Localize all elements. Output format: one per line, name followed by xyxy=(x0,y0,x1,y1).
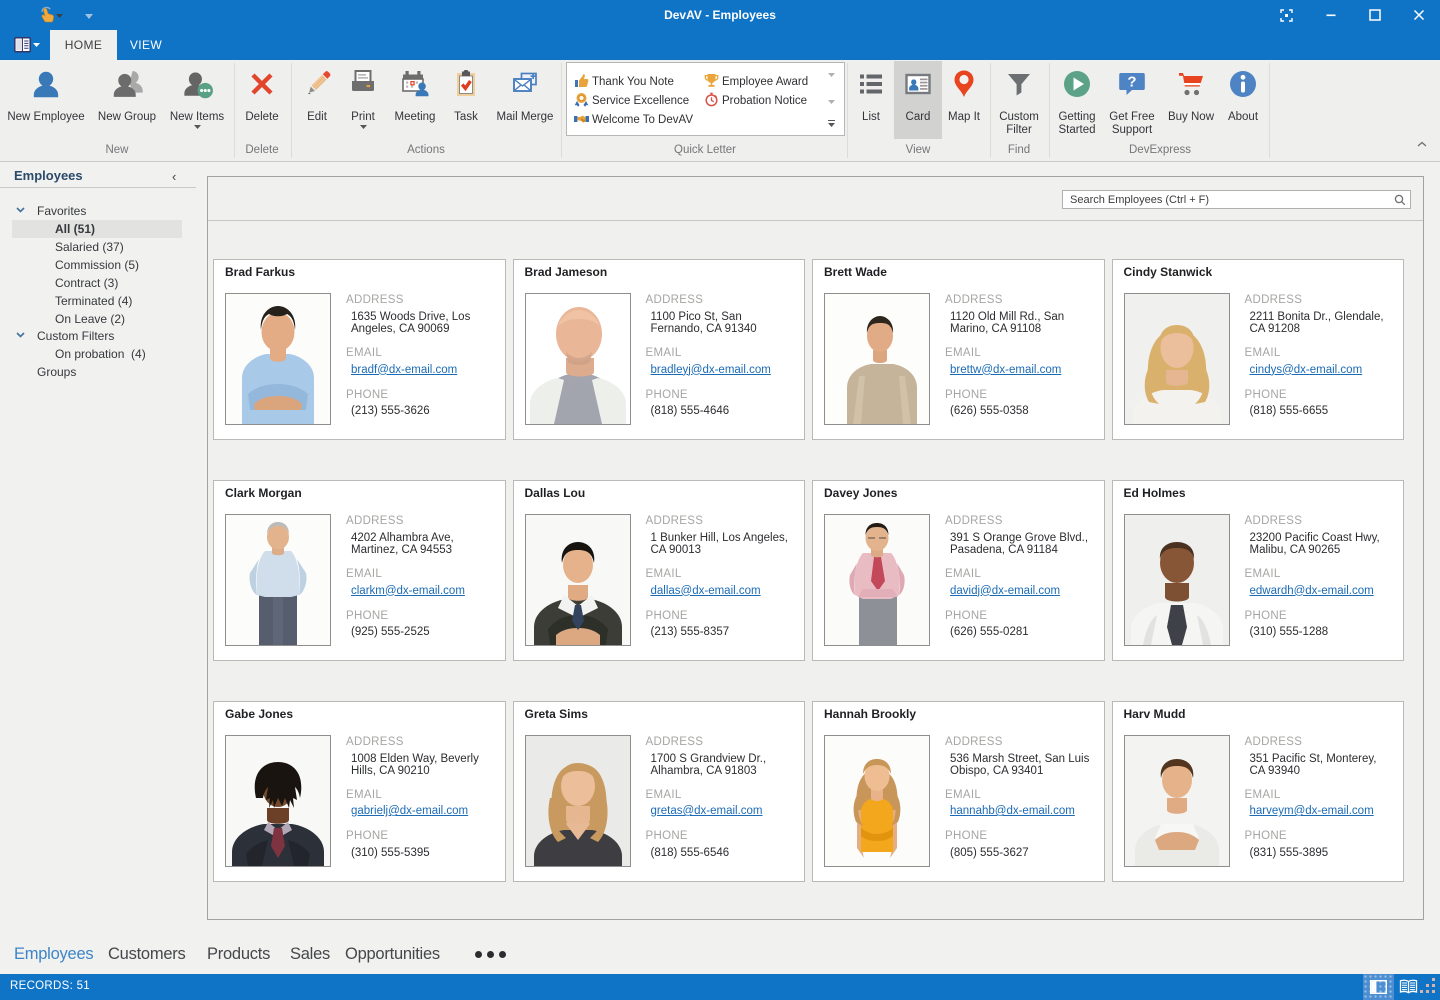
svg-text:?: ? xyxy=(1127,74,1136,91)
